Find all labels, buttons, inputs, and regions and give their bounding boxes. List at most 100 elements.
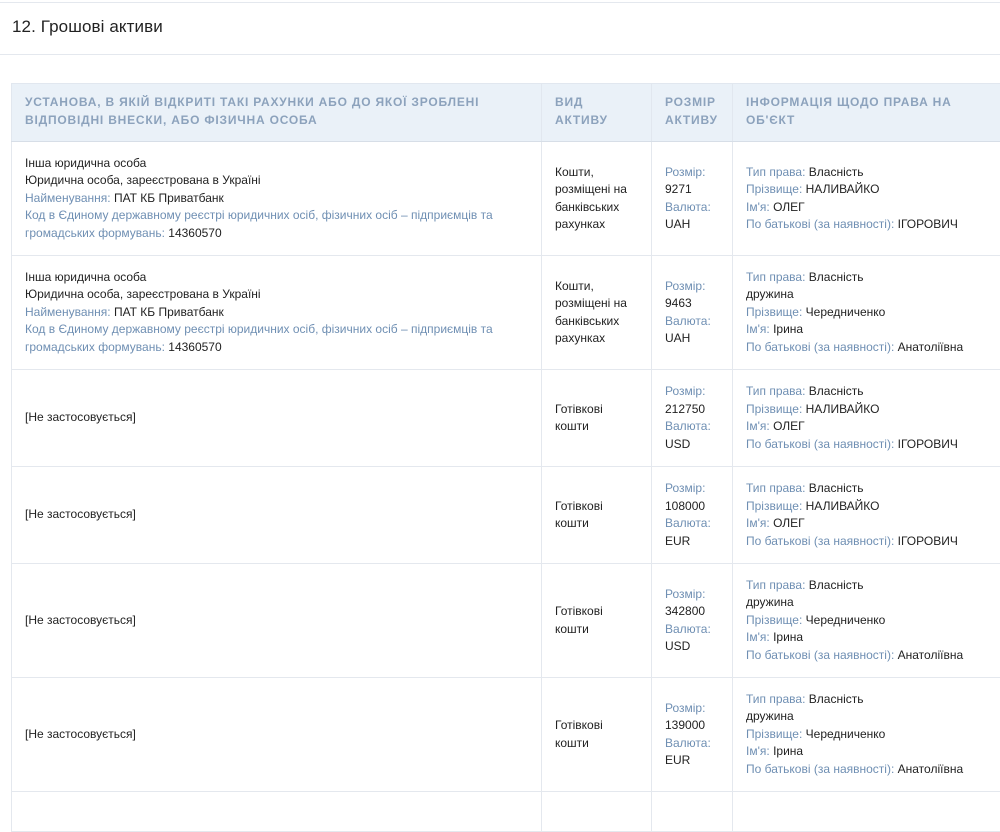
size-value: 9463 — [665, 295, 722, 313]
asset-type-line: банківських — [555, 313, 641, 331]
asset-type-line: рахунках — [555, 216, 641, 234]
given-name-line: Ім'я: ОЛЕГ — [746, 199, 1000, 217]
currency-value: EUR — [665, 533, 722, 551]
asset-type-cell: Кошти, розміщені на банківських рахунках — [542, 256, 652, 370]
surname-line: Прізвище: НАЛИВАЙКО — [746, 401, 1000, 419]
table-row: [Не застосовується] Готівкові кошти Розм… — [12, 678, 1000, 792]
asset-type-cell: Готівкові кошти — [542, 467, 652, 564]
asset-type-line: Кошти, — [555, 278, 641, 296]
institution-cell: Інша юридична особа Юридична особа, заре… — [12, 142, 542, 256]
institution-cell: [Не застосовується] — [12, 467, 542, 564]
right-type-line: Тип права: Власність — [746, 577, 1000, 595]
surname-label: Прізвище: — [746, 182, 802, 196]
right-type-value: Власність — [809, 578, 864, 592]
surname-line: Прізвище: Чередниченко — [746, 304, 1000, 322]
size-value: 108000 — [665, 498, 722, 516]
table-row: [Не застосовується] Готівкові кошти Розм… — [12, 467, 1000, 564]
surname-value: НАЛИВАЙКО — [806, 499, 880, 513]
asset-type-line: рахунках — [555, 330, 641, 348]
asset-type-line: Кошти, — [555, 164, 641, 182]
size-value: 212750 — [665, 401, 722, 419]
patronymic-label: По батькові (за наявності): — [746, 437, 894, 451]
given-name-value: ОЛЕГ — [773, 200, 805, 214]
given-name-value: Ірина — [773, 630, 803, 644]
asset-type-line: кошти — [555, 735, 641, 753]
asset-type-line: кошти — [555, 621, 641, 639]
cash-assets-table: Установа, в якій відкриті такі рахунки а… — [11, 83, 1000, 832]
given-name-value: ОЛЕГ — [773, 419, 805, 433]
right-info-cell: Тип права: Власність Прізвище: НАЛИВАЙКО… — [733, 142, 1000, 256]
right-info-cell: Тип права: Власність дружина Прізвище: Ч… — [733, 256, 1000, 370]
not-applicable-text: [Не застосовується] — [25, 506, 531, 524]
right-type-line: Тип права: Власність — [746, 269, 1000, 287]
given-name-label: Ім'я: — [746, 200, 770, 214]
code-line: громадських формувань: 14360570 — [25, 339, 531, 357]
currency-value: USD — [665, 436, 722, 454]
institution-cell: [Не застосовується] — [12, 564, 542, 678]
surname-label: Прізвище: — [746, 402, 802, 416]
size-label: Розмір: — [665, 278, 722, 296]
patronymic-label: По батькові (за наявності): — [746, 340, 894, 354]
right-type-line: Тип права: Власність — [746, 691, 1000, 709]
asset-type-line: Готівкові — [555, 603, 641, 621]
size-value: 342800 — [665, 603, 722, 621]
given-name-line: Ім'я: ОЛЕГ — [746, 418, 1000, 436]
institution-name-line: Найменування: ПАТ КБ Приватбанк — [25, 304, 531, 322]
patronymic-label: По батькові (за наявності): — [746, 648, 894, 662]
surname-value: Чередниченко — [806, 613, 886, 627]
code-label-cont: громадських формувань: — [25, 226, 165, 240]
right-type-value: Власність — [809, 270, 864, 284]
institution-cell — [12, 792, 542, 832]
section-title: 12. Грошові активи — [12, 17, 163, 37]
right-type-label: Тип права: — [746, 270, 805, 284]
institution-name-line: Найменування: ПАТ КБ Приватбанк — [25, 190, 531, 208]
currency-value: USD — [665, 638, 722, 656]
right-info-cell: Тип права: Власність дружина Прізвище: Ч… — [733, 564, 1000, 678]
institution-cell: [Не застосовується] — [12, 370, 542, 467]
asset-type-line: банківських — [555, 199, 641, 217]
patronymic-label: По батькові (за наявності): — [746, 217, 894, 231]
right-type-value: Власність — [809, 692, 864, 706]
institution-category: Інша юридична особа — [25, 269, 531, 287]
right-type-line: Тип права: Власність — [746, 164, 1000, 182]
not-applicable-text: [Не застосовується] — [25, 409, 531, 427]
right-info-cell: Тип права: Власність Прізвище: НАЛИВАЙКО… — [733, 370, 1000, 467]
name-label: Найменування: — [25, 191, 111, 205]
currency-label: Валюта: — [665, 418, 722, 436]
header-asset-type: Вид активу — [542, 84, 652, 142]
patronymic-line: По батькові (за наявності): ІГОРОВИЧ — [746, 436, 1000, 454]
surname-label: Прізвище: — [746, 305, 802, 319]
surname-line: Прізвище: Чередниченко — [746, 726, 1000, 744]
asset-size-cell — [652, 792, 733, 832]
institution-code: 14360570 — [168, 340, 221, 354]
patronymic-line: По батькові (за наявності): Анатоліївна — [746, 647, 1000, 665]
not-applicable-text: [Не застосовується] — [25, 726, 531, 744]
given-name-label: Ім'я: — [746, 322, 770, 336]
institution-registration: Юридична особа, зареєстрована в Україні — [25, 172, 531, 190]
institution-cell: Інша юридична особа Юридична особа, заре… — [12, 256, 542, 370]
surname-line: Прізвище: НАЛИВАЙКО — [746, 181, 1000, 199]
patronymic-label: По батькові (за наявності): — [746, 534, 894, 548]
given-name-label: Ім'я: — [746, 630, 770, 644]
size-value: 9271 — [665, 181, 722, 199]
asset-type-cell: Готівкові кошти — [542, 370, 652, 467]
size-label: Розмір: — [665, 383, 722, 401]
header-right-info: Інформація щодо права на об'єкт — [733, 84, 1000, 142]
surname-label: Прізвище: — [746, 499, 802, 513]
given-name-value: Ірина — [773, 744, 803, 758]
currency-label: Валюта: — [665, 313, 722, 331]
surname-line: Прізвище: НАЛИВАЙКО — [746, 498, 1000, 516]
right-type-label: Тип права: — [746, 578, 805, 592]
table-row: Інша юридична особа Юридична особа, заре… — [12, 256, 1000, 370]
header-institution: Установа, в якій відкриті такі рахунки а… — [12, 84, 542, 142]
asset-type-cell: Готівкові кошти — [542, 678, 652, 792]
table-row: Інша юридична особа Юридична особа, заре… — [12, 142, 1000, 256]
patronymic-line: По батькові (за наявності): ІГОРОВИЧ — [746, 533, 1000, 551]
top-divider — [0, 2, 1000, 3]
size-value: 139000 — [665, 717, 722, 735]
institution-category: Інша юридична особа — [25, 155, 531, 173]
size-label: Розмір: — [665, 700, 722, 718]
currency-label: Валюта: — [665, 735, 722, 753]
currency-value: UAH — [665, 216, 722, 234]
currency-label: Валюта: — [665, 199, 722, 217]
